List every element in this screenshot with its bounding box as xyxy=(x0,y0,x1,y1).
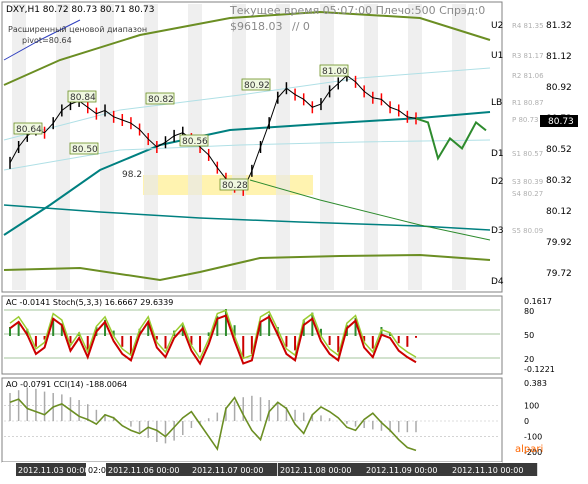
price-label: 80.92 xyxy=(244,81,270,91)
symbol-header: DXY,H1 80.72 80.73 80.71 80.73 xyxy=(6,5,154,15)
current-price-label: 80.73 xyxy=(548,117,574,127)
osc2-axis-tick: 100 xyxy=(524,401,539,410)
pivot-level-name: D1 xyxy=(491,149,504,159)
pivot-level-label: R4 81.35 xyxy=(512,22,544,30)
osc2-axis-tick: 0 xyxy=(524,417,529,426)
osc1-axis-tick: 80 xyxy=(524,307,534,316)
session-band xyxy=(232,4,246,290)
pivot-level-name: D3 xyxy=(491,226,504,236)
trading-chart-window: 80.64 80.84 80.50 80.82 80.56 80.92 81.00 80.28… xyxy=(0,0,588,480)
time-axis-label: 2012.11.06 00:00 xyxy=(108,466,179,475)
osc1-title: AC -0.0141 Stoch(5,3,3) 16.6667 29.6339 xyxy=(6,298,173,307)
osc1-axis-tick: 20 xyxy=(524,355,534,364)
pivot-level-name: U2 xyxy=(491,21,503,31)
osc1-axis-tick: -0.1221 xyxy=(524,365,555,374)
osc2-title: AO -0.0791 CCI(14) -188.0064 xyxy=(6,380,127,389)
pivot-level-label: R1 80.87 xyxy=(512,99,544,107)
price-axis-tick: 80.92 xyxy=(546,83,572,93)
range-label-1: Расширенный ценовой диапазон xyxy=(8,25,147,34)
pivot-level-name: U1 xyxy=(491,51,503,61)
balance-note: // 0 xyxy=(292,20,310,33)
osc2-axis-tick: 0.383 xyxy=(524,379,547,388)
pivot-level-label: S5 80.09 xyxy=(512,227,543,235)
time-axis-label: 2012.11.08 00:00 xyxy=(280,466,351,475)
time-axis-label: 2012.11.09 00:00 xyxy=(366,466,437,475)
balance-label: $9618.03 xyxy=(230,20,283,33)
price-label: 80.28 xyxy=(222,181,248,191)
osc1-axis-tick: 50 xyxy=(524,331,534,340)
price-label: 80.84 xyxy=(70,93,96,103)
pivot-level-label: R2 81.06 xyxy=(512,72,544,80)
range-label-2: pivot=80.64 xyxy=(22,36,72,45)
pivot-level-name: D2 xyxy=(491,177,504,187)
price-label: 98.2 xyxy=(122,170,142,180)
price-label: 80.64 xyxy=(16,125,42,135)
time-axis-label: 2012.11.03 00:00 xyxy=(18,466,89,475)
price-label: 80.56 xyxy=(182,137,208,147)
pivot-level-label: R3 81.17 xyxy=(512,52,544,60)
session-band xyxy=(364,4,378,290)
price-axis-tick: 80.12 xyxy=(546,207,572,217)
time-axis-label: 2012.11.10 00:00 xyxy=(452,466,523,475)
price-axis-tick: 79.92 xyxy=(546,238,572,248)
session-band xyxy=(320,4,334,290)
pivot-level-label: S3 80.39 xyxy=(512,178,543,186)
session-band xyxy=(56,4,70,290)
price-axis-tick: 79.72 xyxy=(546,269,572,279)
price-label: 80.50 xyxy=(72,145,98,155)
server-time: Текущее время 05:07:00 Плечо:500 Спрэд:0 xyxy=(229,4,485,17)
session-band xyxy=(276,4,290,290)
osc2-axis-tick: -100 xyxy=(524,433,542,442)
price-label: 80.82 xyxy=(148,95,174,105)
pivot-level-label: S1 80.57 xyxy=(512,150,543,158)
pivot-level-name: D4 xyxy=(491,277,504,287)
session-band xyxy=(408,4,422,290)
pivot-level-name: LB xyxy=(491,98,502,108)
watermark-logo: alpari xyxy=(515,444,543,455)
price-axis-tick: 80.52 xyxy=(546,145,572,155)
price-axis-tick: 81.32 xyxy=(546,21,572,31)
chart-canvas[interactable]: 80.64 80.84 80.50 80.82 80.56 80.92 81.00 80.28… xyxy=(0,0,588,480)
osc1-axis-tick: 0.1617 xyxy=(524,297,552,306)
pivot-level-label: S4 80.27 xyxy=(512,190,543,198)
time-axis-label: 2012.11.07 00:00 xyxy=(192,466,263,475)
price-axis-tick: 80.32 xyxy=(546,176,572,186)
price-label: 81.00 xyxy=(322,67,348,77)
price-axis-tick: 81.12 xyxy=(546,52,572,62)
pivot-level-label: P 80.73 xyxy=(512,116,539,124)
